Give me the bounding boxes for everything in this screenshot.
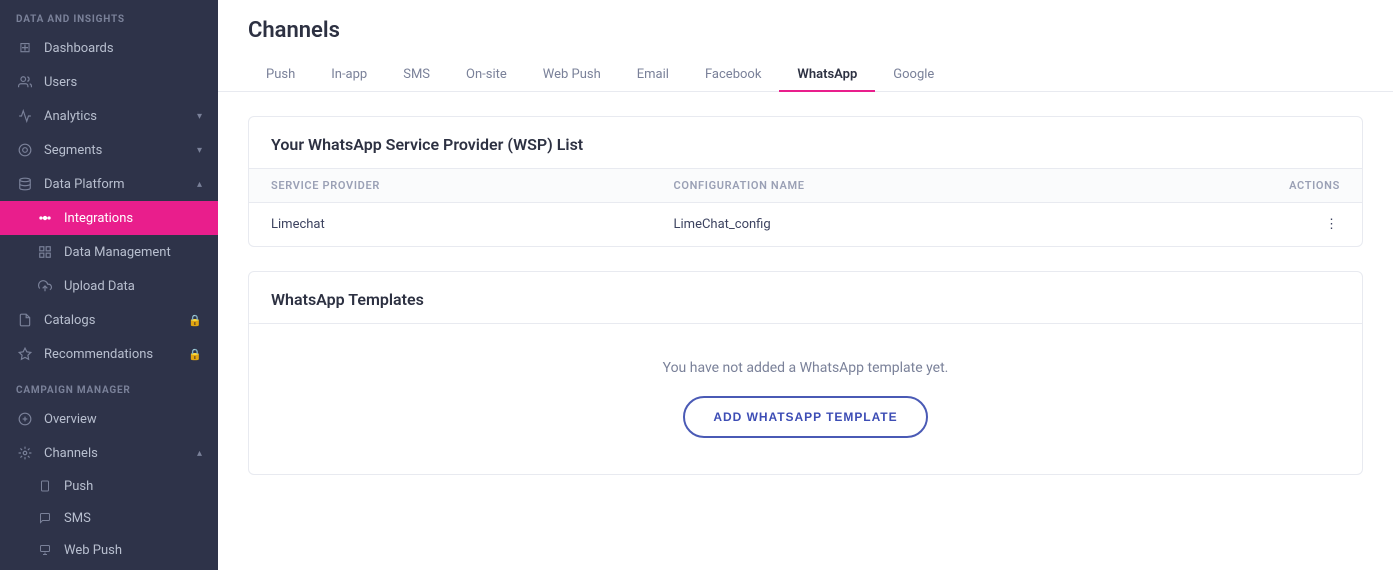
sidebar-item-label: Data Management (64, 245, 171, 260)
col-header-config: CONFIGURATION NAME (652, 169, 1113, 203)
tab-facebook[interactable]: Facebook (687, 59, 779, 92)
lock-icon: 🔒 (188, 348, 202, 361)
sidebar-item-overview[interactable]: Overview (0, 402, 218, 436)
wsp-table: SERVICE PROVIDER CONFIGURATION NAME ACTI… (249, 169, 1362, 246)
templates-card-title: WhatsApp Templates (249, 272, 1362, 324)
users-icon (16, 73, 34, 91)
provider-name: Limechat (249, 203, 652, 247)
page-title: Channels (248, 18, 1363, 43)
sidebar-item-segments[interactable]: Segments ▾ (0, 133, 218, 167)
wsp-card: Your WhatsApp Service Provider (WSP) Lis… (248, 116, 1363, 247)
sidebar-item-label: Integrations (64, 211, 133, 226)
tab-on-site[interactable]: On-site (448, 59, 525, 92)
lock-icon: 🔒 (188, 314, 202, 327)
table-row: Limechat LimeChat_config ⋮ (249, 203, 1362, 247)
sms-icon (36, 509, 54, 527)
tab-whatsapp[interactable]: WhatsApp (779, 59, 875, 92)
empty-state-text: You have not added a WhatsApp template y… (663, 360, 949, 376)
sidebar-sub-item-web-push[interactable]: Web Push (0, 534, 218, 566)
section-title-campaign: CAMPAIGN MANAGER (0, 371, 218, 402)
sidebar-item-integrations[interactable]: Integrations (0, 201, 218, 235)
sidebar-item-data-platform[interactable]: Data Platform ▴ (0, 167, 218, 201)
tab-web-push[interactable]: Web Push (525, 59, 619, 92)
segments-icon (16, 141, 34, 159)
chevron-up-icon: ▴ (197, 179, 202, 190)
catalogs-icon (16, 311, 34, 329)
integrations-icon (36, 209, 54, 227)
tab-google[interactable]: Google (875, 59, 952, 92)
tab-email[interactable]: Email (619, 59, 687, 92)
sidebar-item-channels[interactable]: Channels ▴ (0, 436, 218, 470)
sidebar-item-label: Catalogs (44, 313, 95, 328)
sidebar-item-dashboards[interactable]: ⊞ Dashboards (0, 31, 218, 65)
tab-sms[interactable]: SMS (385, 59, 448, 92)
chevron-down-icon: ▾ (197, 145, 202, 156)
sidebar-sub-item-email[interactable]: Email (0, 566, 218, 570)
chevron-up-icon: ▴ (197, 448, 202, 459)
chevron-down-icon: ▾ (197, 111, 202, 122)
sidebar-sub-label: Push (64, 479, 93, 494)
page-body: Your WhatsApp Service Provider (WSP) Lis… (218, 92, 1393, 570)
upload-data-icon (36, 277, 54, 295)
sidebar-sub-label: Web Push (64, 543, 122, 558)
col-header-provider: SERVICE PROVIDER (249, 169, 652, 203)
tab-in-app[interactable]: In-app (313, 59, 385, 92)
section-title-data: DATA AND INSIGHTS (0, 0, 218, 31)
data-management-icon (36, 243, 54, 261)
overview-icon (16, 410, 34, 428)
data-platform-icon (16, 175, 34, 193)
sidebar-item-catalogs[interactable]: Catalogs 🔒 (0, 303, 218, 337)
main-content: Channels Push In-app SMS On-site Web Pus… (218, 0, 1393, 570)
sidebar-item-analytics[interactable]: Analytics ▾ (0, 99, 218, 133)
config-name: LimeChat_config (652, 203, 1113, 247)
sidebar-item-upload-data[interactable]: Upload Data (0, 269, 218, 303)
sidebar-sub-item-sms[interactable]: SMS (0, 502, 218, 534)
templates-empty-state: You have not added a WhatsApp template y… (249, 324, 1362, 474)
col-header-actions: ACTIONS (1112, 169, 1362, 203)
sidebar-item-label: Upload Data (64, 279, 135, 294)
dashboards-icon: ⊞ (16, 39, 34, 57)
sidebar-item-label: Dashboards (44, 41, 114, 56)
add-whatsapp-template-button[interactable]: ADD WHATSAPP TEMPLATE (683, 396, 927, 438)
recommendations-icon (16, 345, 34, 363)
sidebar-item-label: Recommendations (44, 347, 153, 362)
sidebar-item-recommendations[interactable]: Recommendations 🔒 (0, 337, 218, 371)
sidebar-sub-item-push[interactable]: Push (0, 470, 218, 502)
sidebar-item-label: Channels (44, 446, 98, 461)
sidebar: DATA AND INSIGHTS ⊞ Dashboards Users Ana… (0, 0, 218, 570)
sidebar-item-label: Analytics (44, 109, 97, 124)
tab-push[interactable]: Push (248, 59, 313, 92)
sidebar-item-data-management[interactable]: Data Management (0, 235, 218, 269)
sidebar-sub-label: SMS (64, 511, 91, 526)
sidebar-item-label: Users (44, 75, 77, 90)
sidebar-item-label: Overview (44, 412, 97, 427)
push-icon (36, 477, 54, 495)
templates-card: WhatsApp Templates You have not added a … (248, 271, 1363, 475)
tabs-bar: Push In-app SMS On-site Web Push Email F… (248, 59, 1363, 91)
sidebar-item-users[interactable]: Users (0, 65, 218, 99)
sidebar-item-label: Data Platform (44, 177, 125, 192)
analytics-icon (16, 107, 34, 125)
row-actions-menu[interactable]: ⋮ (1112, 203, 1362, 247)
sidebar-item-label: Segments (44, 143, 102, 158)
page-header: Channels Push In-app SMS On-site Web Pus… (218, 0, 1393, 92)
web-push-icon (36, 541, 54, 559)
wsp-card-title: Your WhatsApp Service Provider (WSP) Lis… (249, 117, 1362, 169)
channels-icon (16, 444, 34, 462)
